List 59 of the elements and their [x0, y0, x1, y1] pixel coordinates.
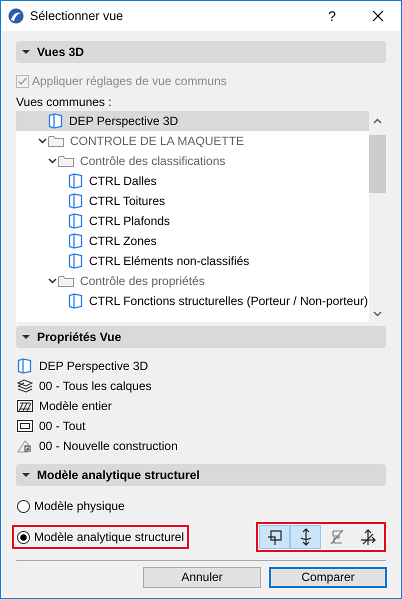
chevron-down-icon[interactable] — [48, 158, 56, 164]
tree-item[interactable]: Contrôle des propriétés — [16, 271, 369, 291]
radio-option[interactable]: Modèle physique — [12, 494, 130, 518]
folder-icon — [58, 154, 74, 168]
section-header[interactable]: Modèle analytique structurel — [16, 464, 386, 486]
view-icon — [17, 358, 33, 374]
tree-item[interactable]: CTRL Dalles — [16, 171, 369, 191]
view-icon — [68, 193, 83, 209]
property-text: Modèle entier — [39, 398, 112, 415]
window-title: Sélectionner vue — [30, 8, 124, 25]
app-logo-icon — [8, 8, 24, 24]
hatched-rectangle-icon — [17, 398, 33, 414]
view-icon — [68, 293, 83, 309]
collapse-triangle-icon[interactable] — [22, 49, 30, 55]
frame-icon — [266, 528, 284, 546]
scroll-up-icon[interactable] — [373, 118, 382, 124]
scroll-down-icon[interactable] — [373, 311, 382, 317]
chevron-down-icon[interactable] — [48, 278, 56, 284]
close-icon[interactable] — [372, 10, 384, 22]
section-header[interactable]: Propriétés Vue — [16, 326, 386, 348]
rectangle-icon — [17, 418, 33, 434]
radio-option[interactable]: Modèle analytique structurel — [12, 525, 190, 549]
surface-icon — [328, 528, 346, 546]
view-icon — [68, 173, 83, 189]
tree-item[interactable]: DEP Perspective 3D — [16, 111, 369, 131]
view-icon — [68, 213, 83, 229]
tree-item[interactable]: CONTROLE DE LA MAQUETTE — [16, 131, 369, 151]
view-icon — [68, 233, 83, 249]
house-icon — [17, 438, 33, 454]
checkbox-label: Appliquer réglages de vue communs — [32, 73, 227, 90]
tree-item[interactable]: CTRL Toitures — [16, 191, 369, 211]
field-label: Vues communes : — [16, 95, 112, 109]
radio-button[interactable] — [17, 500, 30, 512]
property-text: 00 - Tous les calques — [39, 378, 152, 395]
tool-button[interactable] — [259, 525, 290, 549]
collapse-triangle-icon[interactable] — [22, 472, 30, 478]
property-text: DEP Perspective 3D — [39, 358, 148, 375]
view-icon — [48, 113, 63, 129]
axes-icon — [358, 528, 376, 546]
tool-button[interactable] — [290, 525, 321, 549]
tree-item[interactable]: CTRL Zones — [16, 231, 369, 251]
tree-item[interactable]: CTRL Fonctions structurelles (Porteur / Non-porteur) — [16, 291, 369, 311]
help-button[interactable]: ? — [309, 6, 355, 26]
cancel-button[interactable]: Annuler — [143, 567, 261, 588]
layers-icon — [17, 378, 33, 394]
folder-icon — [48, 134, 64, 148]
tree-item[interactable]: CTRL Eléments non-classifiés — [16, 251, 369, 271]
collapse-triangle-icon[interactable] — [22, 334, 30, 340]
radio-button[interactable] — [17, 530, 30, 544]
view-icon — [68, 253, 83, 269]
confirm-button[interactable]: Comparer — [269, 567, 387, 588]
folder-icon — [58, 274, 74, 288]
property-text: 00 - Nouvelle construction — [39, 438, 178, 455]
section-header[interactable]: Vues 3D — [16, 41, 386, 63]
tree-item[interactable]: Contrôle des classifications — [16, 151, 369, 171]
scrollbar-thumb[interactable] — [369, 135, 386, 193]
tree-item[interactable]: CTRL Plafonds — [16, 211, 369, 231]
property-text: 00 - Tout — [39, 418, 86, 435]
chevron-down-icon[interactable] — [38, 138, 46, 144]
